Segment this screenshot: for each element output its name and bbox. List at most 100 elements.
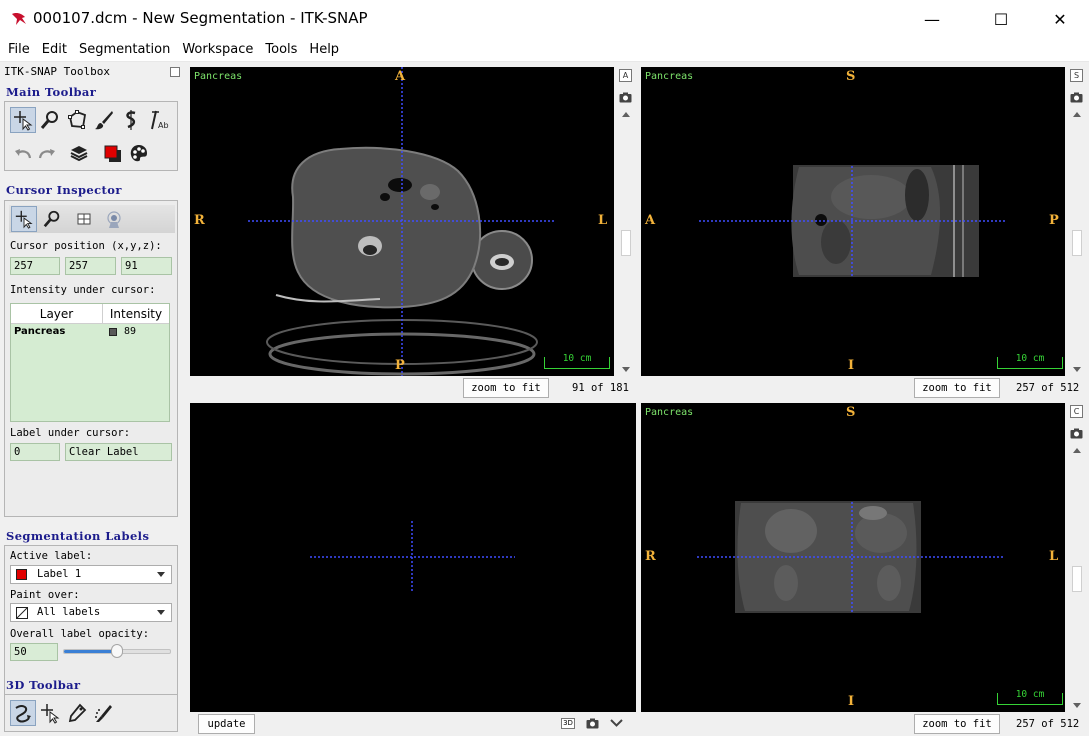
cursor-x-field[interactable]: 257 (10, 257, 60, 275)
snake-icon (126, 110, 136, 130)
active-label-label: Active label: (10, 550, 93, 562)
sagittal-slice-scrollbar[interactable] (1070, 108, 1084, 376)
inspector-tab-sync[interactable] (101, 206, 127, 232)
paintbrush-icon (95, 111, 113, 130)
redo-button[interactable] (34, 141, 60, 167)
scroll-down-icon[interactable] (1073, 703, 1081, 708)
menu-file[interactable]: File (2, 39, 36, 61)
maximize-button[interactable]: ☐ (978, 0, 1024, 38)
polygon-icon (68, 110, 87, 129)
opacity-slider-fill (64, 650, 118, 653)
active-label-select[interactable]: Label 1 (10, 565, 172, 584)
coronal-layer-name: Pancreas (645, 407, 694, 418)
coronal-slice-image (697, 501, 1005, 613)
sagittal-orientation-top: S (846, 69, 856, 84)
sagittal-scale-label: 10 cm (1015, 353, 1045, 364)
camera-icon[interactable] (1070, 92, 1083, 103)
update-3d-button[interactable]: update (198, 714, 255, 734)
active-label-swatch (16, 569, 27, 580)
layers-icon (70, 146, 88, 162)
cursor-y-field[interactable]: 257 (65, 257, 116, 275)
sagittal-zoom-to-fit-button[interactable]: zoom to fit (914, 378, 1000, 398)
undo-button[interactable] (10, 141, 36, 167)
paintbrush-tool-button[interactable] (91, 107, 117, 133)
menu-segmentation[interactable]: Segmentation (73, 39, 176, 61)
axial-orientation-left: R (194, 213, 205, 228)
main-toolbar: Ab (4, 101, 178, 171)
inspector-tab-layout[interactable] (71, 206, 97, 232)
paint-over-label: Paint over: (10, 589, 80, 601)
row-layer-name: Pancreas (14, 326, 66, 337)
rotate-3d-button[interactable] (10, 700, 36, 726)
inspector-tab-zoom[interactable] (39, 206, 65, 232)
sagittal-layout-toggle[interactable]: S (1070, 69, 1083, 82)
scroll-up-icon[interactable] (1073, 448, 1081, 453)
camera-icon[interactable] (619, 92, 632, 103)
annotation-tool-button[interactable]: Ab (145, 107, 171, 133)
axial-zoom-to-fit-button[interactable]: zoom to fit (463, 378, 549, 398)
coronal-orientation-left: R (645, 549, 656, 564)
zoom-tool-button[interactable] (37, 107, 63, 133)
camera-icon[interactable] (1070, 428, 1083, 439)
menu-tools[interactable]: Tools (259, 39, 303, 61)
opacity-label: Overall label opacity: (10, 628, 150, 640)
coronal-slice-scrollbar[interactable] (1070, 444, 1084, 712)
opacity-field[interactable]: 50 (10, 643, 58, 661)
axial-layout-toggle[interactable]: A (619, 69, 632, 82)
axial-slice-scrollbar[interactable] (619, 108, 633, 376)
axial-layer-name: Pancreas (194, 71, 243, 82)
sagittal-scale-bar: 10 cm (997, 353, 1063, 369)
scroll-up-icon[interactable] (1073, 112, 1081, 117)
polygon-tool-button[interactable] (64, 107, 90, 133)
minimize-button[interactable]: — (909, 0, 955, 38)
menu-edit[interactable]: Edit (36, 39, 73, 61)
palette-button[interactable] (126, 141, 152, 167)
axial-scale-label: 10 cm (562, 353, 592, 364)
scroll-down-icon[interactable] (1073, 367, 1081, 372)
spray-paint-button[interactable] (91, 700, 117, 726)
undock-icon[interactable] (170, 67, 180, 77)
coronal-scroll-thumb[interactable] (1072, 566, 1082, 592)
intensity-table: Layer Intensity Pancreas 89 (10, 303, 170, 422)
chevron-down-icon[interactable] (610, 718, 623, 728)
table-row[interactable]: Pancreas 89 (11, 325, 169, 341)
label-color-button[interactable] (100, 141, 126, 167)
label-id-field[interactable]: 0 (10, 443, 60, 461)
menu-bar: File Edit Segmentation Workspace Tools H… (0, 38, 1089, 62)
coronal-zoom-to-fit-button[interactable]: zoom to fit (914, 714, 1000, 734)
cursor-z-field[interactable]: 91 (121, 257, 172, 275)
three-d-mode-badge[interactable]: 3D (561, 718, 575, 729)
menu-workspace[interactable]: Workspace (176, 39, 259, 61)
inspector-tab-cursor[interactable] (11, 206, 37, 232)
zoom-icon (43, 210, 60, 228)
sagittal-orientation-bottom: I (848, 358, 855, 373)
toolbar-3d (4, 694, 178, 732)
axial-scroll-thumb[interactable] (621, 230, 631, 256)
opacity-slider-thumb[interactable] (111, 644, 123, 658)
scroll-down-icon[interactable] (622, 367, 630, 372)
paint-over-select[interactable]: All labels (10, 603, 172, 622)
scalpel-button[interactable] (64, 700, 90, 726)
sagittal-view[interactable]: Pancreas S I A P 10 cm (641, 67, 1065, 376)
coronal-view[interactable]: Pancreas S I R L 10 cm (641, 403, 1065, 712)
paint-over-value: All labels (37, 606, 101, 618)
snake-tool-button[interactable] (118, 107, 144, 133)
axial-view[interactable]: Pancreas A P R L 10 cm (190, 67, 614, 376)
three-d-view[interactable] (190, 403, 636, 712)
coronal-orientation-bottom: I (848, 694, 855, 709)
sagittal-orientation-left: A (645, 213, 656, 228)
camera-icon[interactable] (586, 718, 599, 729)
scroll-up-icon[interactable] (622, 112, 630, 117)
label-name-field[interactable]: Clear Label (65, 443, 172, 461)
crosshair-tool-button[interactable] (10, 107, 36, 133)
crosshair-icon (14, 111, 33, 131)
layers-button[interactable] (66, 141, 92, 167)
column-header-layer: Layer (11, 304, 103, 324)
close-button[interactable]: ✕ (1037, 0, 1083, 38)
menu-help[interactable]: Help (303, 39, 345, 61)
chevron-down-icon (157, 610, 165, 615)
coronal-layout-toggle[interactable]: C (1070, 405, 1083, 418)
itk-snap-logo-icon (12, 13, 26, 25)
crosshair-3d-button[interactable] (37, 700, 63, 726)
sagittal-scroll-thumb[interactable] (1072, 230, 1082, 256)
